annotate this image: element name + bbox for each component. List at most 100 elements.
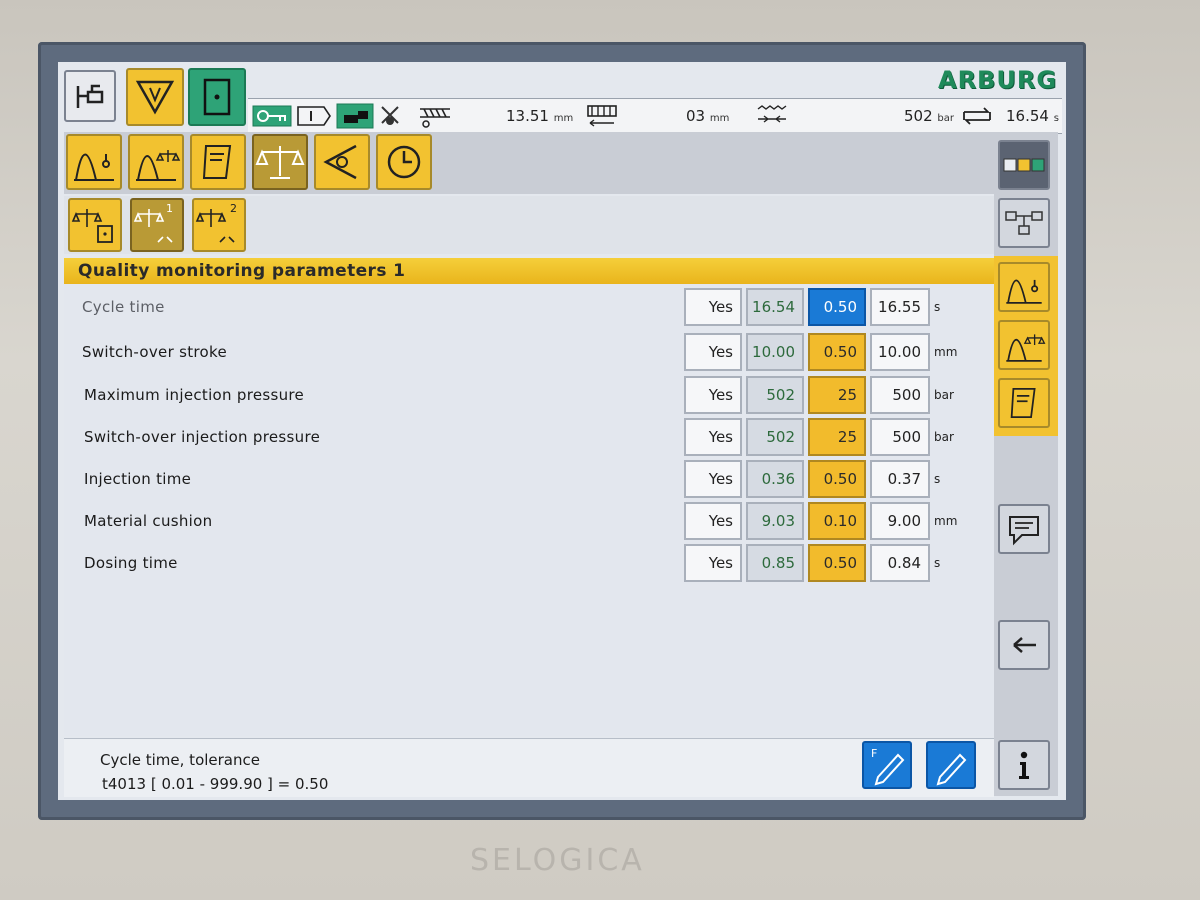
structure-view-button[interactable] <box>998 198 1050 248</box>
screw-position-unit: mm <box>553 113 574 124</box>
tolerance-field[interactable]: 25 <box>808 376 866 414</box>
tolerance-field[interactable]: 25 <box>808 418 866 456</box>
edit-button[interactable] <box>926 741 976 789</box>
robot-icon <box>378 103 402 129</box>
tolerance-field[interactable]: 0.50 <box>808 333 866 371</box>
triangle-setup-icon <box>135 80 175 115</box>
tab-quality-monitoring[interactable] <box>252 134 308 190</box>
ejector-icon <box>756 103 790 129</box>
setpoint-field[interactable]: 0.84 <box>870 544 930 582</box>
back-arrow-icon <box>1013 637 1036 653</box>
parameter-label: Switch-over injection pressure <box>84 428 321 446</box>
setpoint-field[interactable]: 16.55 <box>870 288 930 326</box>
parameter-unit: s <box>934 300 941 314</box>
setpoint-field[interactable]: 10.00 <box>870 333 930 371</box>
injection-curve-icon <box>1006 279 1042 304</box>
actual-value: 16.54 <box>746 288 804 326</box>
parameter-unit: bar <box>934 388 954 402</box>
tab-injection-profile[interactable] <box>66 134 122 190</box>
setpoint-field[interactable]: 9.00 <box>870 502 930 540</box>
tolerance-field[interactable]: 0.50 <box>808 288 866 326</box>
parameter-label: Material cushion <box>84 512 213 530</box>
parameter-label: Dosing time <box>84 554 178 572</box>
page-title: Quality monitoring parameters 1 <box>78 261 406 281</box>
back-button[interactable] <box>998 620 1050 670</box>
side-documentation-button[interactable] <box>998 378 1050 428</box>
monitor-toggle[interactable]: Yes <box>684 333 742 371</box>
tab-clock[interactable] <box>376 134 432 190</box>
setpoint-field[interactable]: 0.37 <box>870 460 930 498</box>
actual-value: 0.36 <box>746 460 804 498</box>
injection-unit-icon <box>336 103 374 129</box>
setpoint-field[interactable]: 500 <box>870 418 930 456</box>
cycle-time-unit: s <box>1053 113 1059 124</box>
mold-position-value: 03 <box>686 107 706 125</box>
balance-scale-icon <box>255 146 305 179</box>
pressure-readout: 502 bar <box>904 107 954 125</box>
tab-documentation[interactable] <box>190 134 246 190</box>
monitor-toggle[interactable]: Yes <box>684 418 742 456</box>
key-icon <box>252 105 292 127</box>
parameter-unit: mm <box>934 514 958 528</box>
function-edit-button[interactable]: F <box>862 741 912 789</box>
pencil-icon <box>936 753 967 786</box>
injection-curve-icon <box>74 153 114 181</box>
eye-monitor-icon <box>323 144 357 180</box>
selogica-label: SELOGICA <box>470 843 645 878</box>
cycle-arrows-icon <box>960 103 994 129</box>
pressure-value: 502 <box>904 107 933 125</box>
subtab-1-number: 1 <box>166 202 173 215</box>
actual-value: 502 <box>746 376 804 414</box>
side-quality-curve-button[interactable] <box>998 320 1050 370</box>
monitor-toggle[interactable]: Yes <box>684 460 742 498</box>
actual-value: 10.00 <box>746 333 804 371</box>
subtab-2-number: 2 <box>230 202 237 215</box>
monitor-toggle[interactable]: Yes <box>684 288 742 326</box>
scale-door-icon <box>71 209 113 243</box>
comment-button[interactable] <box>998 504 1050 554</box>
tolerance-field[interactable]: 0.50 <box>808 544 866 582</box>
mold-position-unit: mm <box>709 113 730 124</box>
info-line-2: t4013 [ 0.01 - 999.90 ] = 0.50 <box>102 775 329 793</box>
subtab-overview[interactable] <box>68 198 122 252</box>
setpoint-field[interactable]: 500 <box>870 376 930 414</box>
quality-curve-icon <box>136 150 181 181</box>
parameter-label: Injection time <box>84 470 192 488</box>
side-injection-curve-button[interactable] <box>998 262 1050 312</box>
cycle-time-value: 16.54 <box>1006 107 1049 125</box>
monitor-toggle[interactable]: Yes <box>684 376 742 414</box>
actual-value: 0.85 <box>746 544 804 582</box>
parameter-unit: s <box>934 556 941 570</box>
setup-mode-button[interactable] <box>126 68 184 126</box>
info-button[interactable] <box>998 740 1050 790</box>
monitor-toggle[interactable]: Yes <box>684 502 742 540</box>
quality-curve-icon <box>1006 334 1046 362</box>
document-icon <box>1010 387 1036 419</box>
tolerance-field[interactable]: 0.50 <box>808 460 866 498</box>
parameter-label: Cycle time <box>82 298 165 316</box>
color-view-button[interactable] <box>998 140 1050 190</box>
screw-position-value: 13.51 <box>506 107 549 125</box>
door-icon <box>203 78 231 116</box>
parameter-label: Maximum injection pressure <box>84 386 305 404</box>
monitor-toggle[interactable]: Yes <box>684 544 742 582</box>
subtab-parameters-1[interactable]: 1 <box>130 198 184 252</box>
tab-quality-curve[interactable] <box>128 134 184 190</box>
pencil-f-icon: F <box>871 747 905 786</box>
info-line-1: Cycle time, tolerance <box>100 751 260 769</box>
color-squares-icon <box>1003 158 1045 172</box>
actual-value: 502 <box>746 418 804 456</box>
page-title-bar: Quality monitoring parameters 1 <box>64 258 994 284</box>
info-panel: Cycle time, tolerance t4013 [ 0.01 - 999… <box>64 738 994 797</box>
tab-monitoring-view[interactable] <box>314 134 370 190</box>
subtab-parameters-2[interactable]: 2 <box>192 198 246 252</box>
scale-1-icon <box>133 209 173 243</box>
pressure-unit: bar <box>937 113 955 124</box>
tolerance-field[interactable]: 0.10 <box>808 502 866 540</box>
handwheel-icon <box>76 84 104 108</box>
parameter-label: Switch-over stroke <box>82 343 227 361</box>
document-icon <box>202 145 232 179</box>
manual-mode-button[interactable] <box>64 70 116 122</box>
automatic-mode-button[interactable] <box>188 68 246 126</box>
parameter-unit: s <box>934 472 941 486</box>
